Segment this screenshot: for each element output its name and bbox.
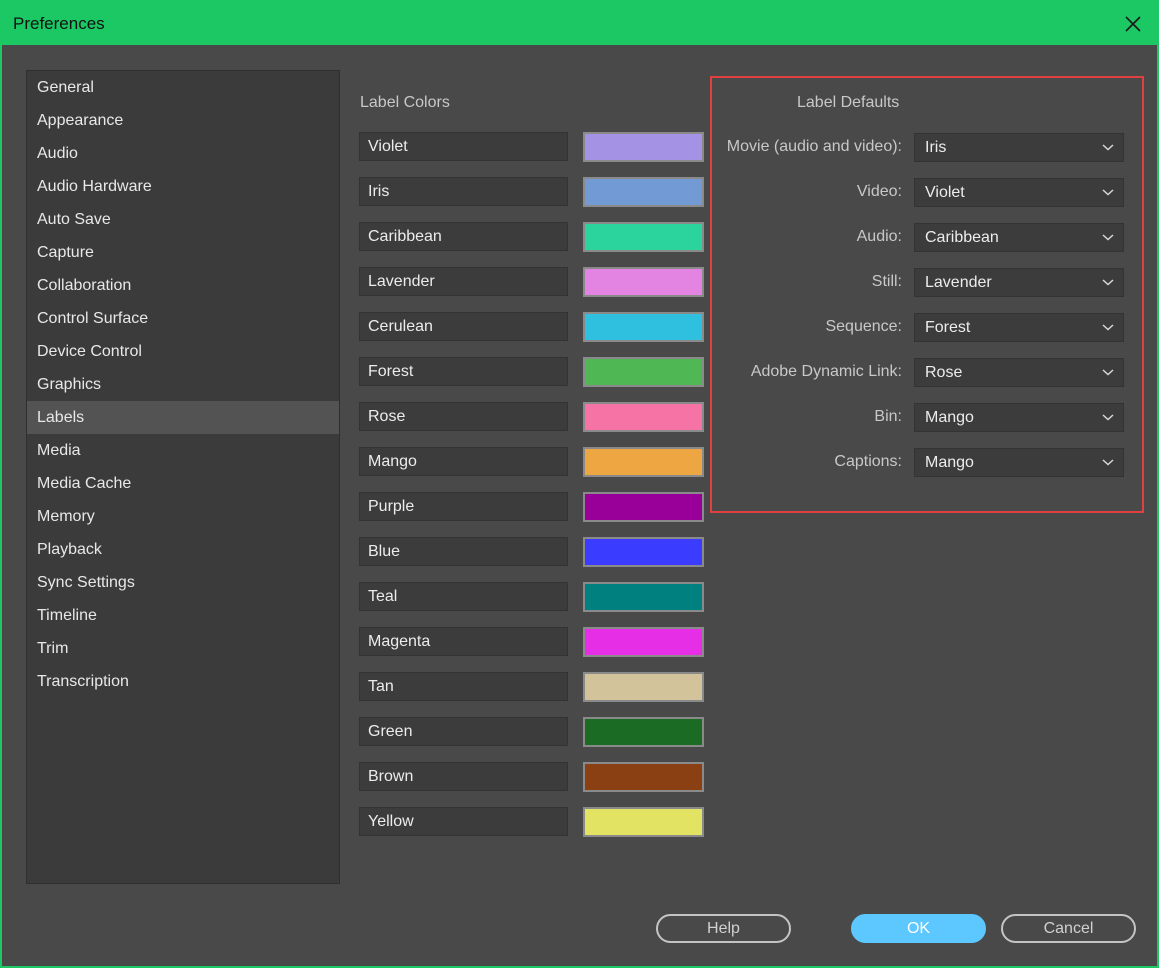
label-color-swatch[interactable] [583, 177, 704, 207]
close-icon [1125, 16, 1141, 32]
sidebar-item-general[interactable]: General [27, 71, 339, 104]
label-default-name: Video: [856, 183, 902, 200]
label-name-field[interactable]: Iris [359, 177, 568, 206]
sidebar-item-transcription[interactable]: Transcription [27, 665, 339, 698]
cancel-button[interactable]: Cancel [1001, 914, 1136, 943]
sidebar-item-appearance[interactable]: Appearance [27, 104, 339, 137]
label-default-name: Sequence: [825, 318, 902, 335]
select-value: Forest [925, 319, 971, 336]
preferences-sidebar: General Appearance Audio Audio Hardware Auto… [26, 70, 340, 884]
label-name-field[interactable]: Green [359, 717, 568, 746]
label-color-swatch[interactable] [583, 717, 704, 747]
sidebar-item-media[interactable]: Media [27, 434, 339, 467]
label-name-field[interactable]: Violet [359, 132, 568, 161]
close-button[interactable] [1117, 8, 1149, 40]
label-default-name: Still: [871, 273, 902, 290]
label-color-swatch[interactable] [583, 222, 704, 252]
sidebar-item-media-cache[interactable]: Media Cache [27, 467, 339, 500]
chevron-down-icon [1102, 369, 1114, 376]
help-button[interactable]: Help [656, 914, 791, 943]
label-color-swatch[interactable] [583, 492, 704, 522]
select-value: Caribbean [925, 229, 999, 246]
sidebar-item-memory[interactable]: Memory [27, 500, 339, 533]
label-name-field[interactable]: Yellow [359, 807, 568, 836]
sidebar-item-auto-save[interactable]: Auto Save [27, 203, 339, 236]
label-color-swatch[interactable] [583, 267, 704, 297]
sidebar-item-graphics[interactable]: Graphics [27, 368, 339, 401]
sidebar-item-timeline[interactable]: Timeline [27, 599, 339, 632]
label-color-swatch[interactable] [583, 627, 704, 657]
label-defaults-title: Label Defaults [797, 94, 900, 111]
sidebar-item-labels[interactable]: Labels [27, 401, 339, 434]
label-default-name: Movie (audio and video): [726, 138, 902, 155]
label-color-swatch[interactable] [583, 402, 704, 432]
label-default-select[interactable]: Mango [914, 448, 1124, 477]
label-name-field[interactable]: Tan [359, 672, 568, 701]
ok-button[interactable]: OK [851, 914, 986, 943]
chevron-down-icon [1102, 234, 1114, 241]
label-default-select[interactable]: Lavender [914, 268, 1124, 297]
sidebar-item-capture[interactable]: Capture [27, 236, 339, 269]
chevron-down-icon [1102, 144, 1114, 151]
label-default-name: Captions: [834, 453, 902, 470]
window-title: Preferences [13, 14, 105, 33]
title-bar: Preferences [2, 2, 1157, 45]
label-name-field[interactable]: Magenta [359, 627, 568, 656]
label-default-name: Adobe Dynamic Link: [750, 363, 902, 380]
label-default-select[interactable]: Violet [914, 178, 1124, 207]
sidebar-item-sync-settings[interactable]: Sync Settings [27, 566, 339, 599]
preferences-dialog: Preferences General Appearance Audio Audio … [0, 0, 1159, 968]
label-name-field[interactable]: Blue [359, 537, 568, 566]
sidebar-item-trim[interactable]: Trim [27, 632, 339, 665]
label-name-field[interactable]: Mango [359, 447, 568, 476]
sidebar-item-control-surface[interactable]: Control Surface [27, 302, 339, 335]
sidebar-item-collaboration[interactable]: Collaboration [27, 269, 339, 302]
dialog-content: General Appearance Audio Audio Hardware Auto… [2, 45, 1157, 966]
label-color-swatch[interactable] [583, 807, 704, 837]
select-value: Mango [925, 454, 974, 471]
chevron-down-icon [1102, 324, 1114, 331]
label-color-swatch[interactable] [583, 132, 704, 162]
chevron-down-icon [1102, 279, 1114, 286]
label-default-name: Bin: [874, 408, 902, 425]
label-default-select[interactable]: Mango [914, 403, 1124, 432]
select-value: Iris [925, 139, 947, 156]
chevron-down-icon [1102, 189, 1114, 196]
label-color-swatch[interactable] [583, 447, 704, 477]
chevron-down-icon [1102, 459, 1114, 466]
select-value: Mango [925, 409, 974, 426]
sidebar-item-audio[interactable]: Audio [27, 137, 339, 170]
label-name-field[interactable]: Brown [359, 762, 568, 791]
label-name-field[interactable]: Teal [359, 582, 568, 611]
label-name-field[interactable]: Lavender [359, 267, 568, 296]
label-color-swatch[interactable] [583, 537, 704, 567]
label-color-swatch[interactable] [583, 312, 704, 342]
label-name-field[interactable]: Forest [359, 357, 568, 386]
label-name-field[interactable]: Caribbean [359, 222, 568, 251]
label-name-field[interactable]: Cerulean [359, 312, 568, 341]
label-colors-title: Label Colors [360, 94, 450, 111]
chevron-down-icon [1102, 414, 1114, 421]
label-color-swatch[interactable] [583, 582, 704, 612]
label-default-select[interactable]: Iris [914, 133, 1124, 162]
label-color-swatch[interactable] [583, 762, 704, 792]
label-name-field[interactable]: Rose [359, 402, 568, 431]
sidebar-item-audio-hardware[interactable]: Audio Hardware [27, 170, 339, 203]
label-default-name: Audio: [856, 228, 902, 245]
select-value: Violet [925, 184, 965, 201]
sidebar-item-device-control[interactable]: Device Control [27, 335, 339, 368]
label-default-select[interactable]: Caribbean [914, 223, 1124, 252]
label-default-select[interactable]: Rose [914, 358, 1124, 387]
label-name-field[interactable]: Purple [359, 492, 568, 521]
select-value: Rose [925, 364, 963, 381]
select-value: Lavender [925, 274, 992, 291]
sidebar-item-playback[interactable]: Playback [27, 533, 339, 566]
label-color-swatch[interactable] [583, 357, 704, 387]
label-default-select[interactable]: Forest [914, 313, 1124, 342]
label-color-swatch[interactable] [583, 672, 704, 702]
